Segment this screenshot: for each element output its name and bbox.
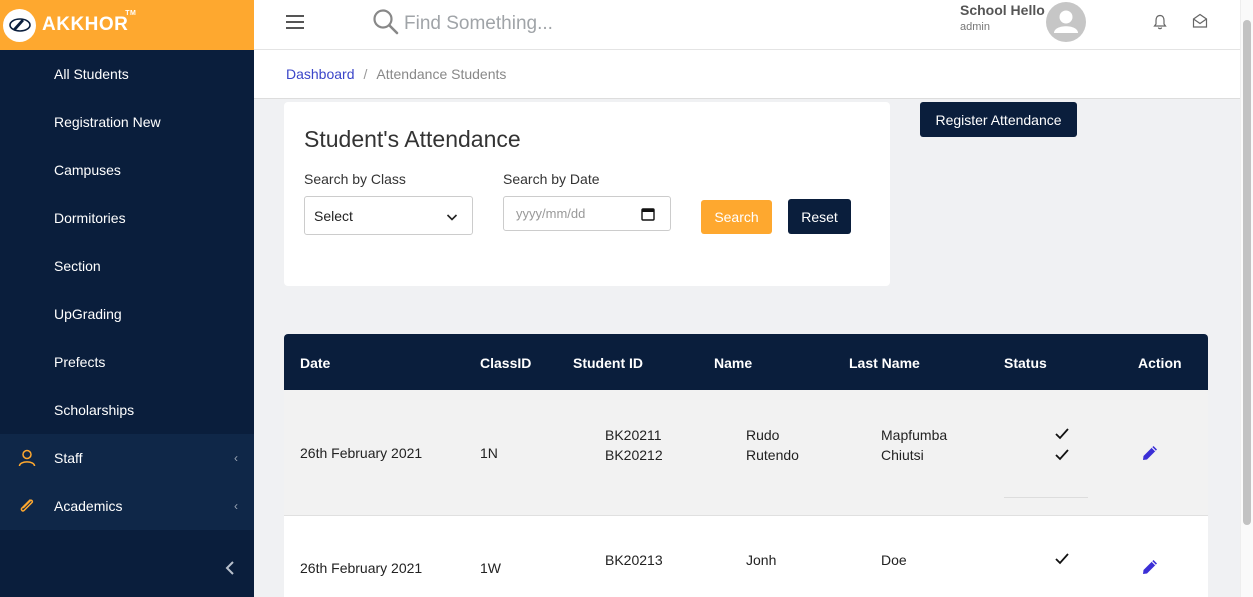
column-header-name[interactable]: Name xyxy=(714,355,752,371)
register-attendance-button[interactable]: Register Attendance xyxy=(920,102,1077,137)
column-header-status[interactable]: Status xyxy=(1004,355,1047,371)
breadcrumb-dashboard-link[interactable]: Dashboard xyxy=(286,66,355,82)
bell-icon[interactable] xyxy=(1153,14,1167,35)
sidebar-item-label: Campuses xyxy=(54,162,121,178)
cell-student-id: BK20212 xyxy=(605,447,663,463)
chevron-left-icon: ‹ xyxy=(234,451,238,465)
search-icon[interactable] xyxy=(372,8,400,41)
edit-icon[interactable] xyxy=(1140,443,1160,466)
sidebar-item-campuses[interactable]: Campuses xyxy=(0,146,254,194)
breadcrumb: Dashboard / Attendance Students xyxy=(254,50,1240,99)
collapse-sidebar-button[interactable] xyxy=(218,556,242,580)
cell-class-id: 1N xyxy=(480,445,498,461)
breadcrumb-current: Attendance Students xyxy=(376,66,507,82)
cell-class-id: 1W xyxy=(480,560,501,576)
brand-logo-icon[interactable] xyxy=(3,8,36,42)
sidebar-item-dormitories[interactable]: Dormitories xyxy=(0,194,254,242)
search-button[interactable]: Search xyxy=(701,200,772,234)
class-filter-label: Search by Class xyxy=(304,171,406,187)
sidebar-item-label: Academics xyxy=(54,498,123,514)
class-select-value: Select xyxy=(314,207,353,224)
menu-toggle-icon[interactable] xyxy=(286,15,304,29)
brand-name[interactable]: AKKHOR TM xyxy=(42,10,136,36)
cell-date: 26th February 2021 xyxy=(300,445,423,461)
sidebar-item-label: Section xyxy=(54,258,101,274)
page-title: Student's Attendance xyxy=(304,126,521,152)
brand-bar: AKKHOR TM xyxy=(0,0,254,50)
sidebar-item-label: All Students xyxy=(54,66,129,82)
checkmark-icon xyxy=(1054,552,1070,569)
sidebar-item-all-students[interactable]: All Students xyxy=(0,50,254,98)
column-header-classid[interactable]: ClassID xyxy=(480,355,531,371)
breadcrumb-separator: / xyxy=(363,66,368,82)
sidebar-item-label: Prefects xyxy=(54,354,106,370)
table-row[interactable]: 26th February 2021 1W BK20213 Jonh Doe xyxy=(284,516,1208,597)
sidebar-item-label: Staff xyxy=(54,450,83,466)
staff-icon xyxy=(17,448,37,468)
sidebar-item-prefects[interactable]: Prefects xyxy=(0,338,254,386)
table-header: Date ClassID Student ID Name Last Name S… xyxy=(284,334,1208,390)
table-row[interactable]: 26th February 2021 1N BK20211 BK20212 Ru… xyxy=(284,390,1208,516)
divider xyxy=(1004,497,1088,498)
sidebar-item-label: Dormitories xyxy=(54,210,126,226)
sidebar-item-upgrading[interactable]: UpGrading xyxy=(0,290,254,338)
cell-last-name: Chiutsi xyxy=(881,447,924,463)
cell-last-name: Doe xyxy=(881,552,907,568)
sidebar-item-label: Scholarships xyxy=(54,402,135,418)
sidebar-item-section[interactable]: Section xyxy=(0,242,254,290)
cell-date: 26th February 2021 xyxy=(300,560,423,576)
user-role: admin xyxy=(960,21,990,33)
attendance-filter-card: Student's Attendance Search by Class Sea… xyxy=(284,102,890,286)
mail-icon[interactable] xyxy=(1192,13,1208,34)
cell-student-id: BK20211 xyxy=(605,427,662,443)
cell-name: Rudo xyxy=(746,427,780,443)
brand-trademark: TM xyxy=(125,10,137,17)
user-name[interactable]: School Hello xyxy=(960,2,1045,18)
sidebar-item-registration-new[interactable]: Registration New xyxy=(0,98,254,146)
page-scrollbar[interactable] xyxy=(1240,0,1253,597)
top-header: School Hello admin xyxy=(254,0,1240,50)
checkmark-icon xyxy=(1054,448,1070,465)
column-header-action[interactable]: Action xyxy=(1138,355,1182,371)
cell-name: Jonh xyxy=(746,552,777,568)
sidebar-item-scholarships[interactable]: Scholarships xyxy=(0,386,254,434)
sidebar-item-label: UpGrading xyxy=(54,306,122,322)
chevron-left-icon: ‹ xyxy=(234,499,238,513)
scrollbar-thumb[interactable] xyxy=(1243,20,1251,525)
date-input-placeholder: yyyy/mm/dd xyxy=(516,206,586,221)
column-header-last-name[interactable]: Last Name xyxy=(849,355,920,371)
students-submenu: All Students Registration New Campuses D… xyxy=(0,50,254,434)
attendance-table: Date ClassID Student ID Name Last Name S… xyxy=(284,334,1208,597)
sidebar: AKKHOR TM All Students Registration New C… xyxy=(0,0,254,597)
cell-student-id: BK20213 xyxy=(605,552,663,568)
column-header-student-id[interactable]: Student ID xyxy=(573,355,643,371)
sidebar-item-academics[interactable]: Academics ‹ xyxy=(0,482,254,530)
paperclip-icon xyxy=(17,496,37,516)
checkmark-icon xyxy=(1054,427,1070,444)
main-menu: Staff ‹ Academics ‹ xyxy=(0,434,254,530)
search-input[interactable] xyxy=(404,10,704,38)
avatar[interactable] xyxy=(1046,2,1086,42)
reset-button[interactable]: Reset xyxy=(788,199,851,234)
date-filter-label: Search by Date xyxy=(503,171,600,187)
edit-icon[interactable] xyxy=(1140,557,1160,580)
column-header-date[interactable]: Date xyxy=(300,355,330,371)
chevron-down-icon xyxy=(446,210,458,226)
sidebar-item-label: Registration New xyxy=(54,114,161,130)
cell-last-name: Mapfumba xyxy=(881,427,948,443)
cell-name: Rutendo xyxy=(746,447,799,463)
calendar-icon[interactable] xyxy=(641,207,655,224)
class-select[interactable]: Select xyxy=(304,196,473,235)
sidebar-item-staff[interactable]: Staff ‹ xyxy=(0,434,254,482)
date-input[interactable]: yyyy/mm/dd xyxy=(503,196,671,231)
